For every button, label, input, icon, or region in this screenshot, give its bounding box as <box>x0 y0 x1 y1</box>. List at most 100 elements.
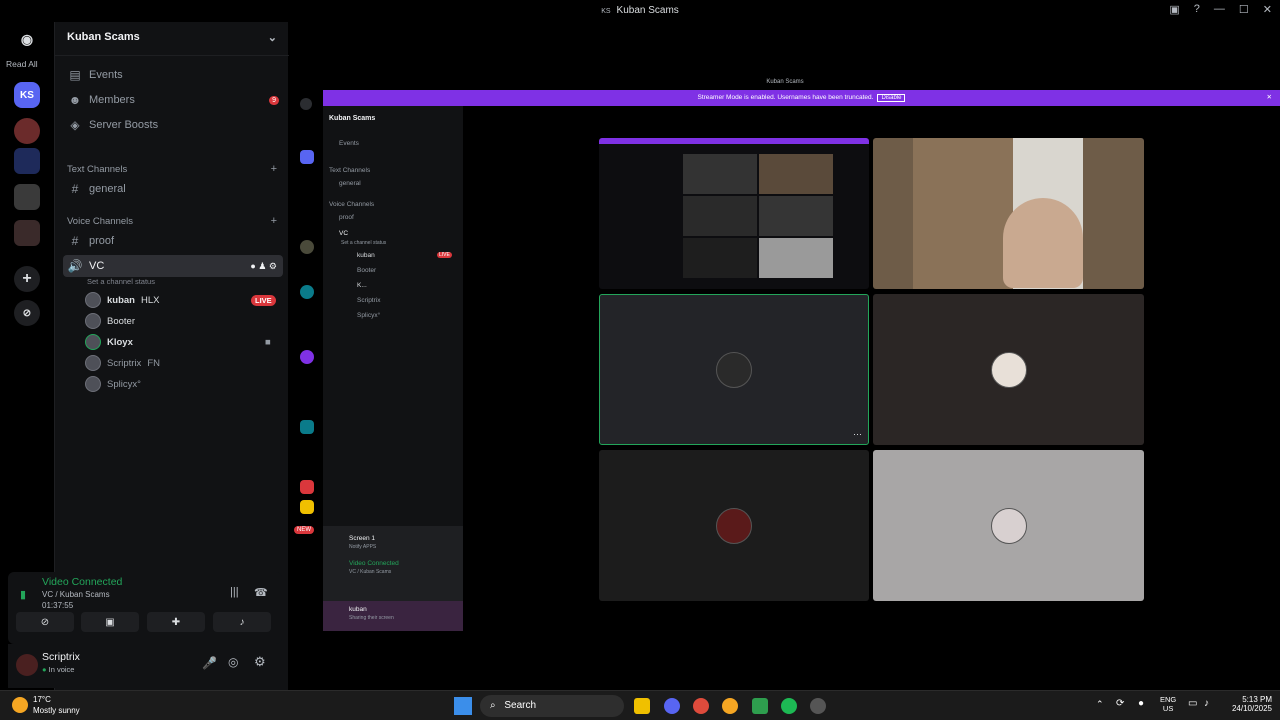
disconnect-icon[interactable]: ☎ <box>254 586 268 599</box>
volume-icon[interactable]: ♪ <box>1204 698 1209 709</box>
channel-proof[interactable]: # proof <box>63 230 283 252</box>
mini-bottom-user: kuban <box>349 606 367 613</box>
category-voice-channels[interactable]: Voice Channels + <box>63 210 283 232</box>
explore-icon[interactable]: ⊘ <box>14 300 40 326</box>
channel-actions[interactable]: ● ♟ ⚙ <box>250 261 277 272</box>
soundboard-button[interactable]: ♪ <box>213 612 271 632</box>
microphone-icon[interactable]: 🎤 <box>202 656 217 670</box>
avatar <box>990 507 1027 544</box>
video-tile-user[interactable]: ⋯ <box>599 294 869 445</box>
video-tile-user[interactable] <box>599 450 869 601</box>
server-header[interactable]: Kuban Scams ⌄ <box>55 22 289 56</box>
disable-button[interactable]: Disable <box>877 94 906 102</box>
streamer-mode-banner: Streamer Mode is enabled. Usernames have… <box>323 90 1280 106</box>
category-label: Voice Channels <box>67 215 134 227</box>
video-tile-user[interactable] <box>873 294 1144 445</box>
minimize-button[interactable]: — <box>1214 3 1225 16</box>
voice-user[interactable]: kuban HLX LIVE <box>85 290 276 310</box>
noise-suppression-icon[interactable]: ||| <box>230 586 239 598</box>
voice-status: Video Connected <box>42 576 123 588</box>
video-tile-camera[interactable] <box>873 138 1144 289</box>
app-icon[interactable] <box>810 698 826 714</box>
weather-temp: 17°C <box>33 695 51 704</box>
voice-user[interactable]: Scriptrix FN <box>85 353 160 373</box>
help-icon[interactable]: ? <box>1194 3 1200 16</box>
avatar <box>85 313 101 329</box>
events-label: Events <box>89 69 123 81</box>
voice-location[interactable]: VC / Kuban Scams <box>42 590 110 599</box>
avatar <box>85 376 101 392</box>
close-banner-icon[interactable]: ✕ <box>1267 93 1272 101</box>
window-titlebar: KS Kuban Scams ▣ ? — ☐ ✕ <box>0 0 1280 22</box>
add-channel-icon[interactable]: + <box>271 163 277 175</box>
language-indicator[interactable]: ENG US <box>1160 695 1176 713</box>
weather-icon[interactable] <box>12 697 28 713</box>
add-server-icon[interactable]: + <box>14 266 40 292</box>
discord-home-icon[interactable]: ◉ <box>14 26 40 52</box>
boosts-label: Server Boosts <box>89 119 159 131</box>
add-channel-icon[interactable]: + <box>271 215 277 227</box>
mini-events: Events <box>339 140 359 147</box>
channel-general[interactable]: # general <box>63 178 283 200</box>
new-badge: NEW <box>294 526 314 534</box>
clock-date: 24/10/2025 <box>1231 704 1272 713</box>
tray-icon[interactable]: ⟳ <box>1116 698 1124 709</box>
share-screen-button[interactable]: ▣ <box>81 612 139 632</box>
sidebar-item-members[interactable]: ☻ Members 9 <box>63 89 283 111</box>
chrome-icon[interactable] <box>693 698 709 714</box>
camera-off-button[interactable]: ⊘ <box>16 612 74 632</box>
read-all-button[interactable]: Read All <box>6 59 38 69</box>
network-icon[interactable]: ▭ <box>1188 698 1197 709</box>
maximize-button[interactable]: ☐ <box>1239 3 1249 16</box>
video-tile-user[interactable] <box>873 450 1144 601</box>
tray-chevron-icon[interactable]: ⌃ <box>1096 699 1104 710</box>
stream-window-title: Kuban Scams <box>290 76 1280 90</box>
server-folder-icon[interactable] <box>14 184 40 210</box>
server-badge: KS <box>601 8 611 15</box>
mini-video-connected: Video Connected <box>349 560 399 567</box>
server-icon-ks[interactable]: KS <box>14 82 40 108</box>
search-box[interactable]: ⌕ Search <box>480 695 624 717</box>
server-icon[interactable] <box>14 118 40 144</box>
avatar[interactable] <box>16 654 38 676</box>
stream-window: Kuban Scams Streamer Mode is enabled. Us… <box>290 76 1280 636</box>
activities-button[interactable]: ✚ <box>147 612 205 632</box>
sidebar-item-events[interactable]: ▤ Events <box>63 64 283 86</box>
sidebar-item-boosts[interactable]: ◈ Server Boosts <box>63 114 283 136</box>
user-name: Scriptrix <box>42 651 80 663</box>
file-explorer-icon[interactable] <box>634 698 650 714</box>
app-icon[interactable] <box>752 698 768 714</box>
user-tag: FN <box>147 357 160 369</box>
inbox-icon[interactable]: ▣ <box>1169 3 1179 16</box>
lang-label: ENG <box>1160 695 1177 704</box>
user-name: Booter <box>107 315 135 327</box>
server-folder-icon[interactable] <box>14 148 40 174</box>
headphones-icon[interactable]: ◎ <box>228 655 238 669</box>
mic-tray-icon[interactable]: ● <box>1138 698 1144 709</box>
browser-icon[interactable] <box>722 698 738 714</box>
channel-label: VC <box>89 260 105 272</box>
mini-user: Splicyx° <box>357 312 381 319</box>
voice-user[interactable]: Splicyx° <box>85 374 141 394</box>
avatar <box>990 351 1027 388</box>
settings-icon[interactable]: ⚙ <box>254 654 266 670</box>
voice-user[interactable]: Kloyx ■ <box>85 332 271 352</box>
voice-user[interactable]: Booter <box>85 311 135 331</box>
category-text-channels[interactable]: Text Channels + <box>63 158 283 180</box>
clock[interactable]: 5:13 PM 24/10/2025 <box>1222 695 1272 713</box>
stream-window-title-text: Kuban Scams <box>766 79 804 85</box>
video-tile-stream[interactable] <box>599 138 869 289</box>
start-icon[interactable] <box>454 697 472 715</box>
discord-icon[interactable] <box>664 698 680 714</box>
more-options-icon[interactable]: ⋯ <box>853 429 862 440</box>
set-channel-status[interactable]: Set a channel status <box>87 277 155 286</box>
server-folder-icon[interactable] <box>14 220 40 246</box>
signal-icon: ▮ <box>20 589 27 601</box>
channel-vc[interactable]: 🔊 VC ● ♟ ⚙ <box>63 255 283 277</box>
close-button[interactable]: ✕ <box>1263 3 1272 16</box>
spotify-icon[interactable] <box>781 698 797 714</box>
members-label: Members <box>89 94 135 106</box>
mini-channel: VC <box>339 230 349 237</box>
taskbar: 17°C Mostly sunny ⌕ Search ⌃ ⟳ ● ENG US ▭… <box>0 690 1280 720</box>
category-label: Text Channels <box>67 163 128 175</box>
